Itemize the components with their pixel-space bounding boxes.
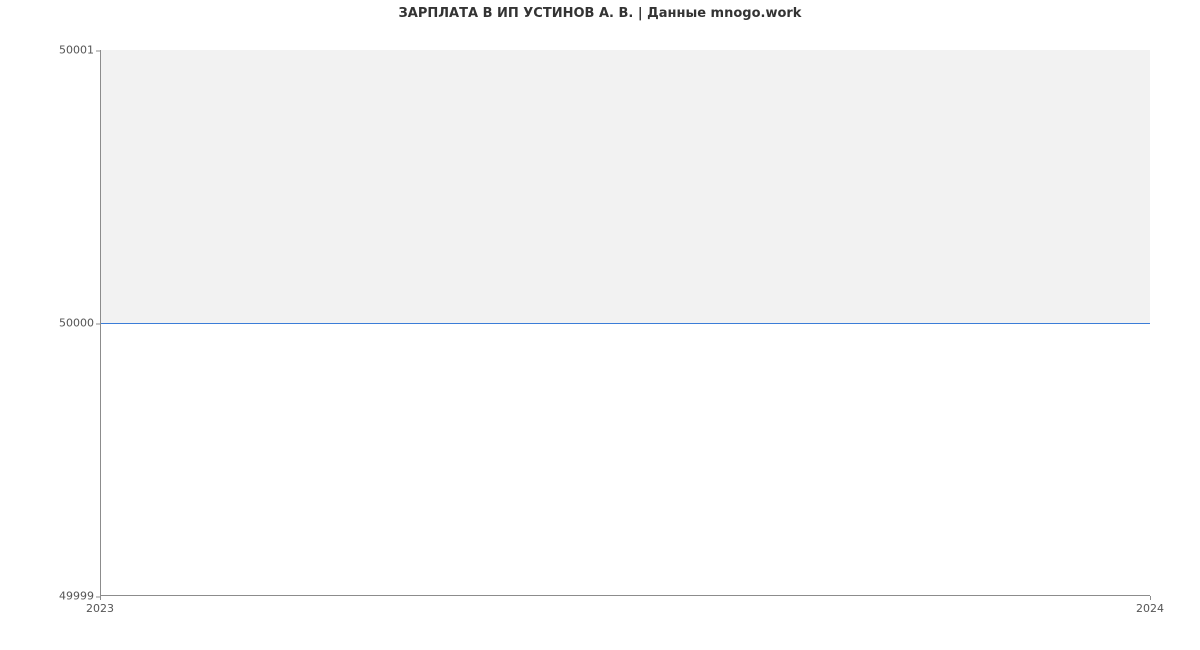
y-tick-label: 50000 xyxy=(59,317,94,330)
axis-spine-left xyxy=(100,50,101,596)
filled-band xyxy=(100,50,1150,324)
x-tick-label: 2023 xyxy=(86,602,114,615)
y-tick-text: 49999 xyxy=(59,590,94,603)
x-tick-text: 2023 xyxy=(86,602,114,615)
x-tick-text: 2024 xyxy=(1136,602,1164,615)
x-tick-mark xyxy=(100,596,101,600)
x-tick-label: 2024 xyxy=(1136,602,1164,615)
salary-chart: ЗАРПЛАТА В ИП УСТИНОВ А. В. | Данные mno… xyxy=(0,0,1200,650)
series-line-salary xyxy=(100,323,1150,324)
axis-spine-bottom xyxy=(100,595,1150,596)
plot-area xyxy=(100,50,1150,596)
y-tick-label: 50001 xyxy=(59,44,94,57)
y-tick-text: 50001 xyxy=(59,44,94,57)
chart-title: ЗАРПЛАТА В ИП УСТИНОВ А. В. | Данные mno… xyxy=(0,6,1200,21)
y-tick-text: 50000 xyxy=(59,317,94,330)
x-tick-mark xyxy=(1150,596,1151,600)
y-tick-label: 49999 xyxy=(59,590,94,603)
